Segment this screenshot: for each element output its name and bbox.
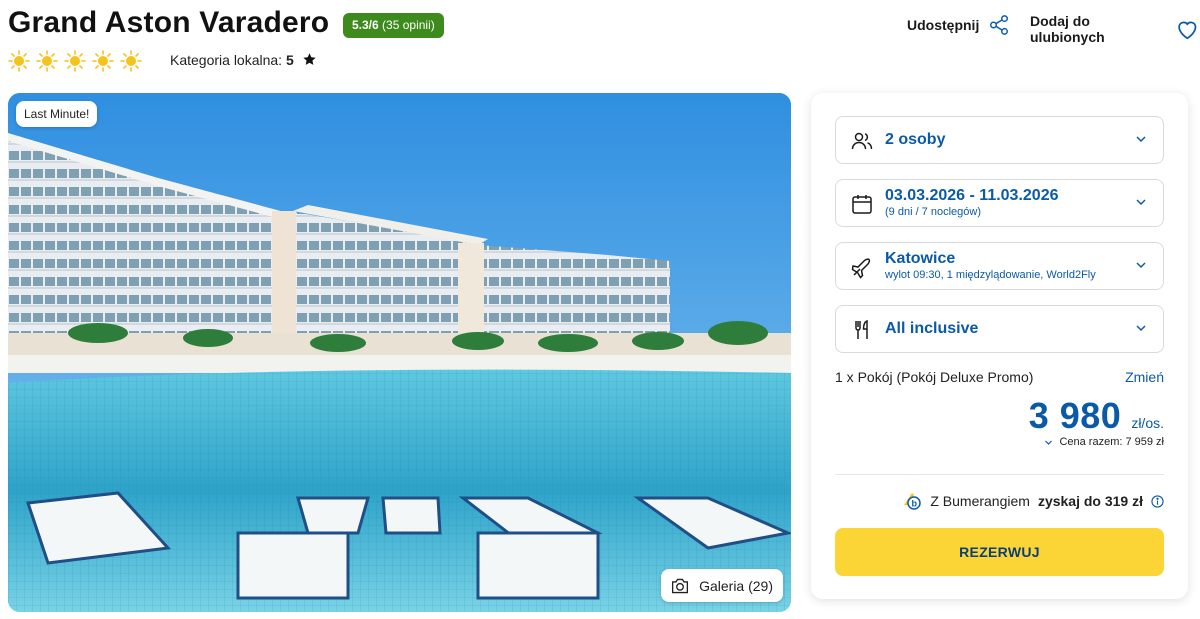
total-price: Cena razem: 7 959 zł <box>1059 436 1164 448</box>
people-icon <box>851 132 873 150</box>
calendar-icon <box>852 195 872 214</box>
bumerang-amount: zyskaj do 319 zł <box>1037 493 1143 509</box>
chevron-down-icon <box>1136 199 1146 206</box>
dates-detail: (9 dni / 7 noclegów) <box>885 206 981 218</box>
share-icon <box>990 15 1009 35</box>
price-amount: 3 980 <box>1028 395 1122 436</box>
divider <box>835 474 1164 475</box>
booking-panel: 2 osoby 03.03.2026 - 11.03.2026 (9 dni /… <box>811 93 1188 599</box>
star-icon <box>303 53 316 65</box>
sun-icon <box>8 50 30 72</box>
share-label: Udostępnij <box>907 17 980 33</box>
hotel-title: Grand Aston Varadero <box>8 6 330 39</box>
sun-icon <box>64 50 86 72</box>
svg-text:b: b <box>912 499 918 509</box>
sun-icon <box>120 50 142 72</box>
cutlery-icon <box>855 319 868 339</box>
price-unit: zł/os. <box>1131 415 1164 431</box>
share-button[interactable]: Udostępnij <box>907 14 1010 36</box>
chevron-down-icon <box>1045 440 1053 445</box>
last-minute-badge: Last Minute! <box>16 101 98 127</box>
departure-value: Katowice <box>885 250 956 267</box>
sun-icon <box>36 50 58 72</box>
plane-icon <box>851 258 871 279</box>
price: 3 980 zł/os. <box>1029 395 1164 437</box>
hotel-photo[interactable]: Last Minute! Galeria (29) <box>8 93 791 612</box>
rating-badge[interactable]: 5.3/6 (35 opinii) <box>343 13 444 38</box>
board-selector[interactable]: All inclusive <box>835 305 1164 353</box>
dates-selector[interactable]: 03.03.2026 - 11.03.2026 (9 dni / 7 nocle… <box>835 179 1164 227</box>
heart-icon <box>1178 21 1197 39</box>
bumerang-prefix: Z Bumerangiem <box>930 493 1030 509</box>
total-price-toggle[interactable]: Cena razem: 7 959 zł <box>1044 436 1164 448</box>
departure-detail: wylot 09:30, 1 międzylądowanie, World2Fl… <box>885 269 1096 281</box>
favorite-label: Dodaj do ulubionych <box>1030 13 1105 45</box>
guests-selector[interactable]: 2 osoby <box>835 116 1164 164</box>
reserve-button[interactable]: REZERWUJ <box>835 528 1164 576</box>
add-favorite-button[interactable]: Dodaj do ulubionych <box>1030 13 1200 45</box>
local-category: Kategoria lokalna: 5 <box>170 52 317 68</box>
bumerang-logo-icon: b <box>904 493 922 510</box>
hotel-photo-image <box>8 93 791 612</box>
rating-count: (35 opinii) <box>382 18 435 32</box>
chevron-down-icon <box>1136 136 1146 143</box>
board-value: All inclusive <box>885 320 979 337</box>
local-category-label: Kategoria lokalna: <box>170 52 283 68</box>
camera-icon <box>672 578 689 593</box>
dates-value: 03.03.2026 - 11.03.2026 <box>885 187 1059 204</box>
departure-selector[interactable]: Katowice wylot 09:30, 1 międzylądowanie,… <box>835 242 1164 290</box>
sun-icon <box>92 50 114 72</box>
change-room-link[interactable]: Zmień <box>1125 369 1164 385</box>
guests-value: 2 osoby <box>885 131 946 148</box>
sun-rating <box>8 50 142 72</box>
info-icon[interactable] <box>1151 494 1164 508</box>
chevron-down-icon <box>1136 262 1146 269</box>
rating-score: 5.3/6 <box>352 18 379 32</box>
chevron-down-icon <box>1136 325 1146 332</box>
local-category-value: 5 <box>285 52 294 68</box>
room-summary: 1 x Pokój (Pokój Deluxe Promo) <box>835 369 1034 385</box>
bumerang-promo: b Z Bumerangiem zyskaj do 319 zł <box>902 491 1164 511</box>
gallery-label: Galeria (29) <box>699 577 773 594</box>
gallery-button[interactable]: Galeria (29) <box>661 569 783 602</box>
